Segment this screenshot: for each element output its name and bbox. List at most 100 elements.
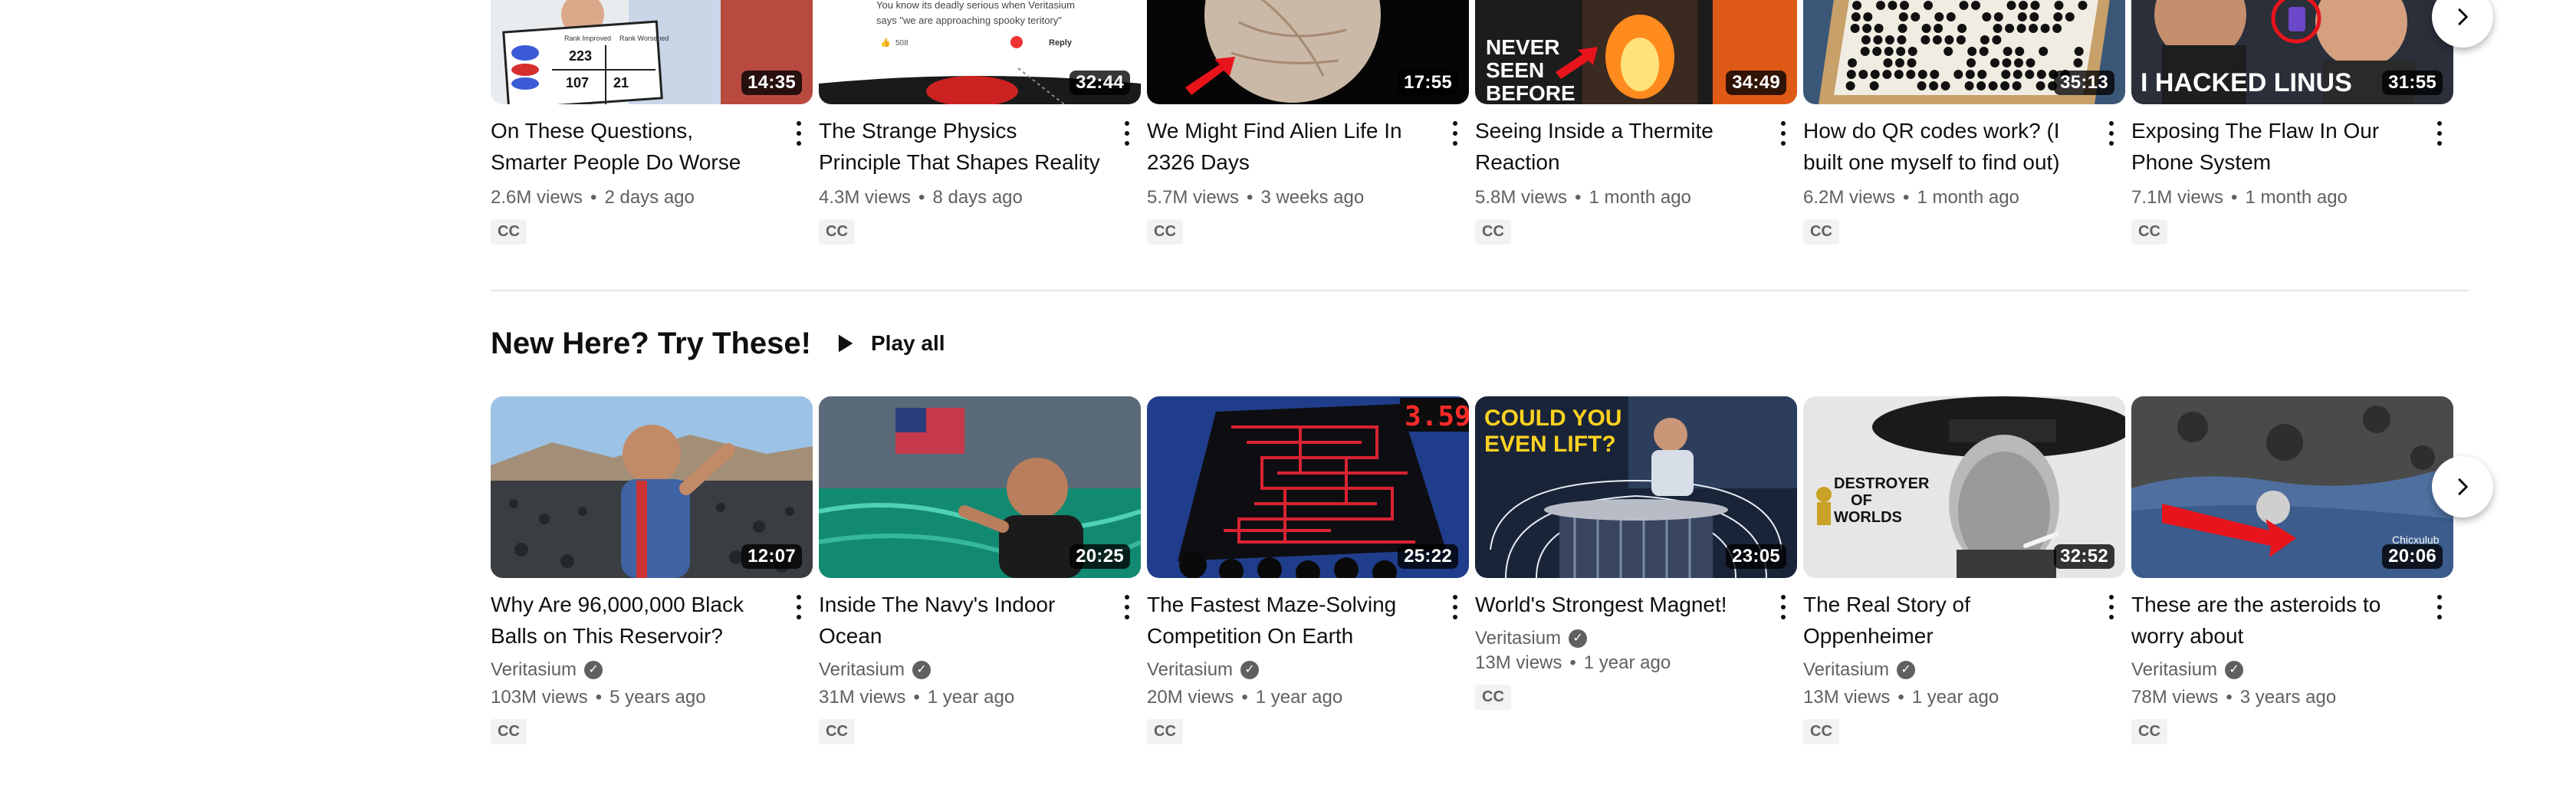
video-card[interactable]: 17:55 We Might Find Alien Life In 2326 D… xyxy=(1147,0,1469,245)
cc-badge: CC xyxy=(1147,719,1183,744)
video-thumbnail[interactable]: 35:13 xyxy=(1803,0,2125,104)
play-all-button[interactable]: Play all xyxy=(813,320,964,366)
video-card[interactable]: You know its deadly serious when Veritas… xyxy=(819,0,1141,245)
check-circle-icon: ✓ xyxy=(1569,629,1588,648)
qr-stone xyxy=(1850,24,1860,33)
video-thumbnail[interactable]: 12:07 xyxy=(491,396,813,578)
video-duration: 32:44 xyxy=(1070,71,1130,95)
video-thumbnail[interactable]: NEVER SEEN BEFORE 34:49 xyxy=(1475,0,1797,104)
more-vert-icon[interactable] xyxy=(2435,118,2444,149)
more-vert-icon[interactable] xyxy=(1779,592,1788,622)
video-card[interactable]: Rank Improved Rank Worsened 223 107 21 1… xyxy=(491,0,813,245)
channel-name[interactable]: Veritasium ✓ xyxy=(491,659,774,681)
video-thumbnail[interactable]: 20:25 xyxy=(819,396,1141,578)
video-thumbnail[interactable]: 3.59s 25:22 xyxy=(1147,396,1469,578)
qr-stone xyxy=(1884,47,1894,56)
upload-age: 3 weeks ago xyxy=(1260,187,1365,208)
more-vert-icon[interactable] xyxy=(2107,592,2116,622)
video-title[interactable]: World's Strongest Magnet! xyxy=(1475,589,1759,620)
channel-name[interactable]: Veritasium ✓ xyxy=(2131,659,2415,681)
qr-stone xyxy=(2026,58,2036,67)
qr-stone xyxy=(1980,35,1990,44)
video-thumbnail[interactable]: You know its deadly serious when Veritas… xyxy=(819,0,1141,104)
channel-name-text[interactable]: Veritasium xyxy=(1803,659,1889,681)
video-card[interactable]: COULD YOU EVEN LIFT? 23:05 World's Stron… xyxy=(1475,396,1797,710)
qr-stone xyxy=(1964,81,1974,90)
more-vert-icon[interactable] xyxy=(1451,592,1460,622)
video-title[interactable]: Seeing Inside a Thermite Reaction xyxy=(1475,115,1759,178)
svg-text:NEVER: NEVER xyxy=(1486,35,1559,59)
qr-stone xyxy=(2036,81,2045,90)
qr-stone xyxy=(2014,58,2023,67)
channel-name-text[interactable]: Veritasium xyxy=(1475,628,1561,649)
video-card[interactable]: 35:13 How do QR codes work? (I built one… xyxy=(1803,0,2125,245)
svg-text:107: 107 xyxy=(566,75,589,90)
qr-stone xyxy=(2016,24,2026,33)
qr-stone xyxy=(2000,81,2010,90)
video-card[interactable]: 20:25 Inside The Navy's Indoor Ocean Ver… xyxy=(819,396,1141,744)
qr-stone xyxy=(1884,35,1894,44)
video-title[interactable]: On These Questions, Smarter People Do Wo… xyxy=(491,115,774,178)
video-duration: 31:55 xyxy=(2382,71,2443,95)
channel-name[interactable]: Veritasium ✓ xyxy=(1147,659,1431,681)
qr-stone xyxy=(1940,81,1950,90)
upload-age: 1 year ago xyxy=(927,687,1015,708)
video-thumbnail[interactable]: DESTROYER OF WORLDS 32:52 xyxy=(1803,396,2125,578)
check-circle-icon: ✓ xyxy=(1240,661,1260,679)
qr-stone xyxy=(1956,35,1966,44)
chevron-right-icon xyxy=(2458,8,2468,25)
video-title[interactable]: Exposing The Flaw In Our Phone System xyxy=(2131,115,2415,178)
cc-badge: CC xyxy=(819,719,855,744)
video-title[interactable]: Why Are 96,000,000 Black Balls on This R… xyxy=(491,589,774,652)
video-title[interactable]: The Strange Physics Principle That Shape… xyxy=(819,115,1102,178)
more-vert-icon[interactable] xyxy=(1451,118,1460,149)
qr-stone xyxy=(1946,12,1956,21)
cc-badge: CC xyxy=(491,719,527,744)
channel-name-text[interactable]: Veritasium xyxy=(491,659,577,681)
channel-name-text[interactable]: Veritasium xyxy=(1147,659,1233,681)
channel-name[interactable]: Veritasium ✓ xyxy=(1475,628,1759,649)
video-card[interactable]: DESTROYER OF WORLDS 32:52 The Real Story… xyxy=(1803,396,2125,744)
video-title[interactable]: How do QR codes work? (I built one mysel… xyxy=(1803,115,2087,178)
channel-name[interactable]: Veritasium ✓ xyxy=(1803,659,2087,681)
upload-age: 1 year ago xyxy=(1255,687,1343,708)
channel-name-text[interactable]: Veritasium xyxy=(2131,659,2217,681)
cc-badge: CC xyxy=(2131,719,2167,744)
video-card[interactable]: I HACKED LINUS 31:55 Exposing The Flaw I… xyxy=(2131,0,2453,245)
video-thumbnail[interactable]: I HACKED LINUS 31:55 xyxy=(2131,0,2453,104)
more-vert-icon[interactable] xyxy=(1122,118,1132,149)
more-vert-icon[interactable] xyxy=(794,118,803,149)
view-count: 31M views xyxy=(819,687,906,708)
channel-name[interactable]: Veritasium ✓ xyxy=(819,659,1102,681)
qr-stone xyxy=(1873,35,1883,44)
video-title[interactable]: The Fastest Maze-Solving Competition On … xyxy=(1147,589,1431,652)
video-thumbnail[interactable]: 17:55 xyxy=(1147,0,1469,104)
video-title[interactable]: We Might Find Alien Life In 2326 Days xyxy=(1147,115,1431,178)
more-vert-icon[interactable] xyxy=(2107,118,2116,149)
more-vert-icon[interactable] xyxy=(2435,592,2444,622)
view-count: 7.1M views xyxy=(2131,187,2224,208)
qr-stone xyxy=(1861,35,1871,44)
video-duration: 32:52 xyxy=(2054,544,2114,569)
video-card[interactable]: NEVER SEEN BEFORE 34:49 Seeing Inside a … xyxy=(1475,0,1797,245)
video-title[interactable]: Inside The Navy's Indoor Ocean xyxy=(819,589,1102,652)
video-stats: 5.8M views • 1 month ago xyxy=(1475,187,1691,208)
qr-stone xyxy=(1965,70,1975,79)
video-card[interactable]: 12:07 Why Are 96,000,000 Black Balls on … xyxy=(491,396,813,744)
video-card[interactable]: 3.59s 25:22 The Fastest Maze-Solving Com… xyxy=(1147,396,1469,744)
more-vert-icon[interactable] xyxy=(1122,592,1132,622)
video-thumbnail[interactable]: COULD YOU EVEN LIFT? 23:05 xyxy=(1475,396,1797,578)
video-stats: 13M views • 1 year ago xyxy=(1475,652,1671,673)
video-thumbnail[interactable]: Rank Improved Rank Worsened 223 107 21 1… xyxy=(491,0,813,104)
video-thumbnail[interactable]: Chicxulub 20:06 xyxy=(2131,396,2453,578)
qr-stone xyxy=(1906,70,1916,79)
channel-name-text[interactable]: Veritasium xyxy=(819,659,905,681)
video-card[interactable]: Chicxulub 20:06 These are the asteroids … xyxy=(2131,396,2453,744)
qr-stone xyxy=(2001,70,2011,79)
more-vert-icon[interactable] xyxy=(794,592,803,622)
shelf-next-button[interactable] xyxy=(2432,456,2493,517)
video-title[interactable]: These are the asteroids to worry about xyxy=(2131,589,2415,652)
more-vert-icon[interactable] xyxy=(1779,118,1788,149)
view-count: 103M views xyxy=(491,687,588,708)
video-title[interactable]: The Real Story of Oppenheimer xyxy=(1803,589,2087,652)
